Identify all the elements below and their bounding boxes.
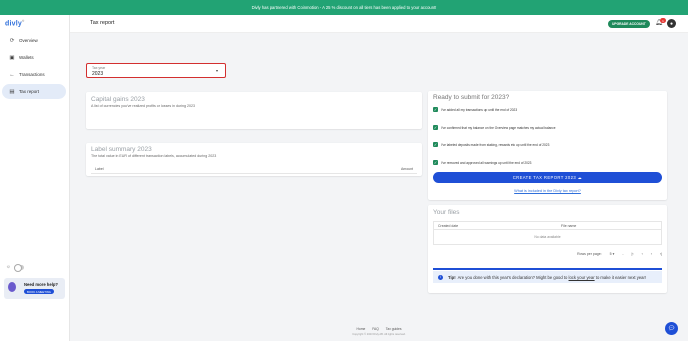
capital-gains-title: Capital gains 2023	[91, 96, 145, 103]
last-page-icon[interactable]: ›|	[660, 252, 662, 256]
tax-year-select[interactable]: Tax year 2023 ▾	[86, 63, 226, 78]
sidebar-item-label: Tax report	[19, 89, 40, 94]
sidebar-item-tax-report[interactable]: ▤ Tax report	[2, 84, 66, 99]
info-icon: i	[438, 274, 443, 280]
help-card: Need more help? BOOK A MEETING	[4, 278, 65, 299]
empty-state-text: No data available	[534, 235, 561, 239]
checklist-item[interactable]: ✓ I've labeled deposits made from stakin…	[433, 142, 549, 147]
cloud-download-icon: ☁	[577, 175, 583, 180]
rows-per-page-label: Rows per page:	[577, 252, 602, 256]
support-avatar	[8, 282, 16, 292]
column-header-amount[interactable]: Amount	[401, 167, 413, 171]
app-logo[interactable]: divly®	[5, 19, 24, 27]
footer-link-tax-guides[interactable]: Tax guides	[386, 327, 402, 331]
checklist-item[interactable]: ✓ I've confirmed that my balance on the …	[433, 125, 556, 130]
footer-link-faq[interactable]: FAQ	[372, 327, 379, 331]
files-progress-bar	[433, 268, 662, 270]
label-summary-subtitle: The total value in EUR of different tran…	[91, 154, 217, 158]
column-header-label[interactable]: Label	[95, 167, 104, 171]
prev-page-icon[interactable]: ‹	[642, 252, 643, 256]
wallet-icon: ▣	[9, 54, 15, 61]
tip-text: Are you done with this year's declaratio…	[457, 274, 568, 280]
promo-banner-text: Divly has partnered with Coinmotion - A …	[251, 5, 437, 10]
files-title: Your files	[433, 209, 460, 216]
label-summary-table-header: Label Amount	[91, 164, 417, 174]
tip-text-end: to make it easier next year!	[595, 274, 647, 280]
tax-report-info-link[interactable]: What is included in the Divly tax report…	[428, 189, 667, 193]
label-summary-card: Label summary 2023 The total value in EU…	[86, 143, 422, 176]
promo-banner: Divly has partnered with Coinmotion - A …	[0, 0, 688, 15]
checkbox-checked-icon[interactable]: ✓	[433, 125, 438, 130]
theme-toggle-row: ☼	[6, 264, 24, 272]
first-page-icon[interactable]: |‹	[632, 252, 634, 256]
files-progress-fill	[433, 268, 662, 270]
files-table-header: Created date File name	[434, 222, 661, 230]
theme-toggle[interactable]	[13, 264, 24, 272]
sidebar-item-wallets[interactable]: ▣ Wallets	[2, 50, 66, 65]
next-page-icon[interactable]: ›	[651, 252, 652, 256]
capital-gains-card: Capital gains 2023 A list of currencies …	[86, 92, 422, 129]
notification-badge: 1	[660, 18, 666, 23]
your-files-card: Your files Created date File name No dat…	[428, 205, 667, 293]
page-title: Tax report	[90, 20, 115, 26]
checkbox-checked-icon[interactable]: ✓	[433, 107, 438, 112]
sidebar-item-label: Transactions	[19, 72, 45, 77]
tax-year-value: 2023	[92, 71, 104, 77]
create-tax-report-button[interactable]: CREATE TAX REPORT 2023 ☁	[433, 172, 662, 183]
checkbox-checked-icon[interactable]: ✓	[433, 142, 438, 147]
arrow-left-icon: ←	[9, 71, 15, 78]
sun-icon: ☼	[6, 264, 11, 270]
chat-icon[interactable]: 💬︎	[665, 322, 678, 335]
sidebar-item-label: Wallets	[19, 55, 34, 60]
page-range: -	[622, 252, 624, 256]
rows-per-page-select[interactable]: 5 ▾	[610, 252, 615, 256]
footer: Home FAQ Tax guides Copyright © 2023 Div…	[70, 327, 688, 336]
caret-down-icon: ▾	[215, 68, 218, 73]
lock-year-link[interactable]: lock your year	[569, 275, 595, 280]
ready-title: Ready to submit for 2023?	[433, 94, 510, 101]
sidebar-item-label: Overview	[19, 38, 38, 43]
files-table: Created date File name No data available	[433, 221, 662, 245]
column-header-created-date[interactable]: Created date	[438, 224, 458, 228]
tip-label: Tip!	[448, 274, 456, 280]
checklist-item[interactable]: ✓ I've added all my transactions up unti…	[433, 107, 517, 112]
ready-to-submit-card: Ready to submit for 2023? ✓ I've added a…	[428, 91, 667, 200]
top-bar: Tax report UPGRADE ACCOUNT 🔔︎ 1 ●	[70, 15, 688, 33]
label-summary-title: Label summary 2023	[91, 146, 152, 153]
copyright: Copyright © 2023 Divly AB. All rights re…	[352, 333, 406, 336]
account-icon[interactable]: ●	[667, 19, 676, 28]
footer-link-home[interactable]: Home	[356, 327, 365, 331]
table-pagination: Rows per page: 5 ▾ - |‹ ‹ › ›|	[577, 252, 662, 256]
column-header-file-name[interactable]: File name	[561, 224, 576, 228]
sidebar-item-transactions[interactable]: ← Transactions	[2, 67, 66, 82]
help-title: Need more help?	[24, 282, 58, 287]
document-icon: ▤	[9, 88, 15, 95]
checkbox-checked-icon[interactable]: ✓	[433, 160, 438, 165]
tax-year-label: Tax year	[92, 65, 106, 70]
sidebar-item-overview[interactable]: ⟳ Overview	[2, 33, 66, 48]
book-meeting-button[interactable]: BOOK A MEETING	[24, 289, 54, 294]
upgrade-account-button[interactable]: UPGRADE ACCOUNT	[608, 20, 650, 28]
checklist-item[interactable]: ✓ I've removed and approved all warnings…	[433, 160, 531, 165]
capital-gains-subtitle: A list of currencies you've realized pro…	[91, 104, 195, 108]
tip-banner: i Tip! Are you done with this year's dec…	[433, 271, 662, 283]
refresh-icon: ⟳	[9, 37, 15, 44]
